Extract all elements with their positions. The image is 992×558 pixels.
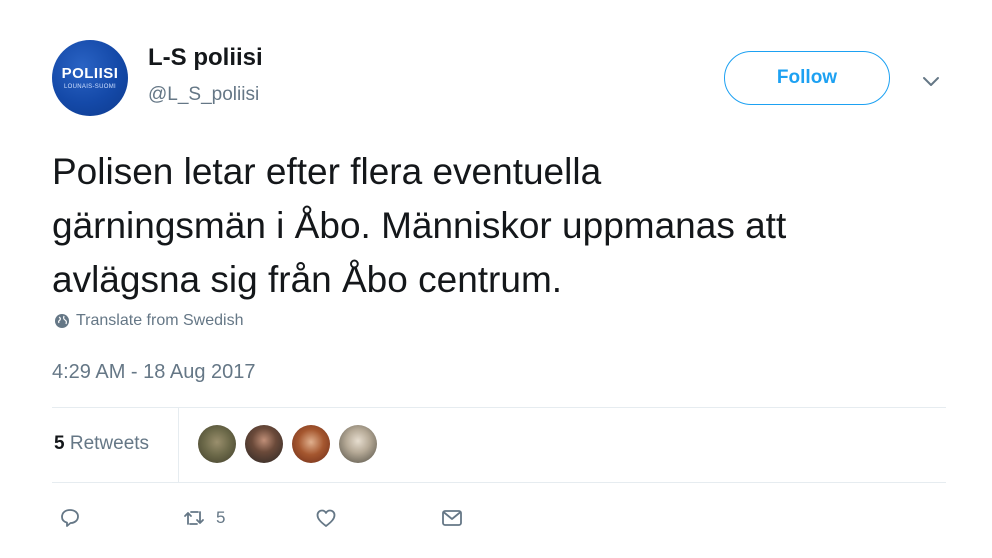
retweeter-avatar[interactable]	[198, 425, 236, 463]
avatar-logo-subtext: LOUNAIS-SUOMI	[64, 84, 116, 90]
reply-button[interactable]	[58, 506, 82, 530]
translate-label: Translate from Swedish	[76, 312, 244, 329]
divider-top	[52, 407, 946, 408]
display-name[interactable]: L-S poliisi	[148, 44, 263, 72]
avatar[interactable]: POLIISI LOUNAIS-SUOMI	[52, 40, 128, 116]
retweeter-avatars	[198, 425, 377, 463]
translate-link[interactable]: Translate from Swedish	[54, 312, 243, 330]
globe-icon	[55, 314, 69, 328]
retweet-action-count: 5	[216, 508, 226, 527]
reply-icon	[61, 509, 79, 527]
divider-bottom	[52, 482, 946, 483]
direct-message-button[interactable]	[440, 506, 464, 530]
retweet-icon	[184, 511, 204, 525]
avatar-logo-text: POLIISI	[61, 65, 119, 82]
tweet-text: Polisen letar efter flera eventuella gär…	[52, 151, 787, 300]
follow-button[interactable]: Follow	[724, 51, 890, 105]
retweeter-avatar[interactable]	[339, 425, 377, 463]
retweet-stat-count: 5	[54, 433, 65, 454]
chevron-down-icon[interactable]	[920, 70, 942, 92]
like-button[interactable]	[314, 506, 338, 530]
retweeter-avatar[interactable]	[292, 425, 330, 463]
stats-divider	[178, 408, 179, 482]
message-icon	[442, 510, 462, 526]
tweet-timestamp[interactable]: 4:29 AM - 18 Aug 2017	[52, 361, 256, 384]
retweet-stat[interactable]: 5 Retweets	[54, 433, 149, 455]
retweet-button[interactable]: 5	[182, 506, 225, 530]
user-handle[interactable]: @L_S_poliisi	[148, 84, 259, 106]
retweet-stat-label: Retweets	[69, 433, 150, 454]
retweeter-avatar[interactable]	[245, 425, 283, 463]
like-icon	[316, 509, 336, 527]
